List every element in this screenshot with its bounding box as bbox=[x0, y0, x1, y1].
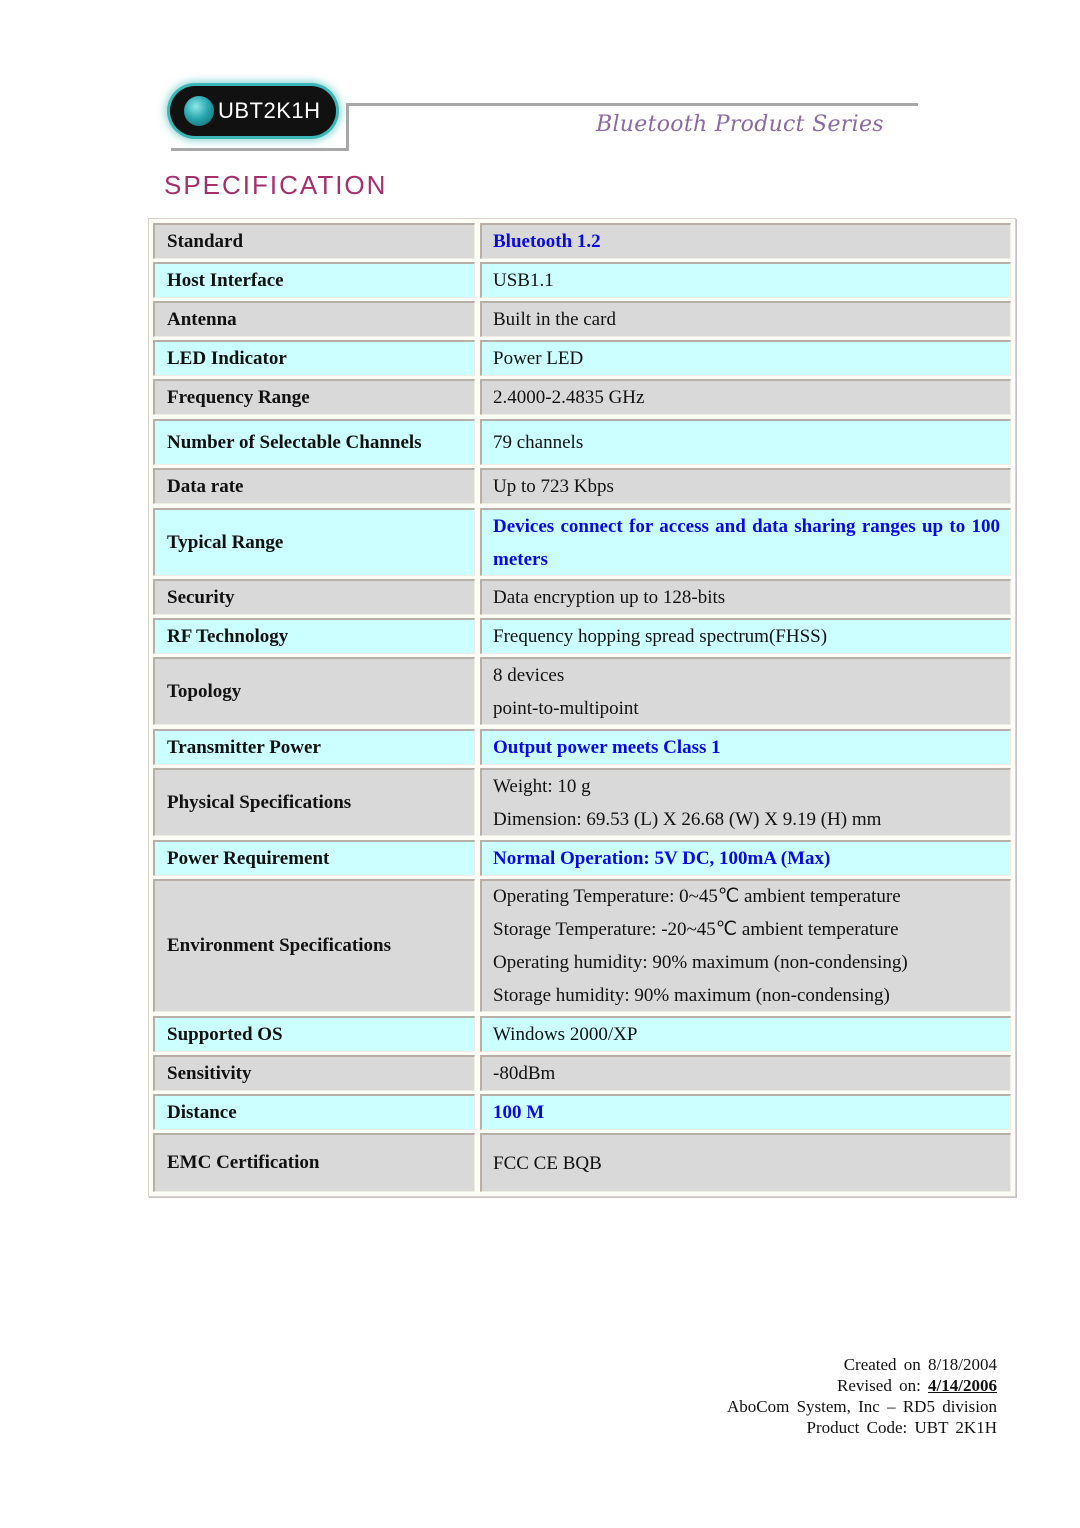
spec-value: 2.4000-2.4835 GHz bbox=[480, 379, 1011, 415]
spec-row: Distance 100 M bbox=[153, 1094, 1011, 1130]
spec-value: Devices connect for access and data shar… bbox=[480, 508, 1011, 576]
revised-label: Revised on: bbox=[837, 1376, 921, 1395]
product-code: Product Code: UBT 2K1H bbox=[806, 1418, 998, 1437]
spec-value-line: Storage humidity: 90% maximum (non-conde… bbox=[493, 985, 890, 1006]
created-date: Created on 8/18/2004 bbox=[843, 1355, 997, 1374]
spec-row: Typical Range Devices connect for access … bbox=[153, 508, 1011, 576]
page-title: SPECIFICATION bbox=[164, 170, 388, 200]
spec-value: Windows 2000/XP bbox=[480, 1016, 1011, 1052]
spec-value-line: Windows 2000/XP bbox=[493, 1024, 638, 1045]
spec-value-line: 79 channels bbox=[493, 432, 584, 453]
spec-table: Standard Bluetooth 1.2 Host Interface USB1.… bbox=[148, 218, 1016, 1197]
spec-value-line: USB1.1 bbox=[493, 270, 554, 291]
spec-value: Built in the card bbox=[480, 301, 1011, 337]
spec-row: Supported OS Windows 2000/XP bbox=[153, 1016, 1011, 1052]
spec-value: FCC CE BQB bbox=[480, 1133, 1011, 1192]
spec-value-line: point-to-multipoint bbox=[493, 697, 639, 719]
spec-value: 79 channels bbox=[480, 419, 1011, 465]
spec-value: Weight: 10 g Dimension: 69.53 (L) X 26.68… bbox=[480, 768, 1011, 836]
spec-value: 8 devices point-to-multipoint bbox=[480, 657, 1011, 725]
spec-value: Frequency hopping spread spectrum(FHSS) bbox=[480, 618, 1011, 654]
spec-value: -80dBm bbox=[480, 1055, 1011, 1091]
series-title: Bluetooth Product Series bbox=[596, 112, 884, 137]
header-rule-top bbox=[346, 103, 918, 106]
header-rule-bottom bbox=[171, 148, 349, 151]
header-rule-vertical bbox=[346, 103, 349, 151]
spec-row: Frequency Range 2.4000-2.4835 GHz bbox=[153, 379, 1011, 415]
spec-label: LED Indicator bbox=[153, 340, 475, 376]
spec-value-line: Storage Temperature: -20~45℃ ambient tem… bbox=[493, 919, 899, 940]
spec-value-line: Up to 723 Kbps bbox=[493, 476, 614, 497]
spec-label: RF Technology bbox=[153, 618, 475, 654]
spec-value-line: Bluetooth 1.2 bbox=[493, 231, 601, 252]
spec-label: Number of Selectable Channels bbox=[153, 419, 475, 465]
spec-label: EMC Certification bbox=[153, 1133, 475, 1192]
spec-label: Security bbox=[153, 579, 475, 615]
spec-label: Typical Range bbox=[153, 508, 475, 576]
spec-label: Distance bbox=[153, 1094, 475, 1130]
spec-value: Up to 723 Kbps bbox=[480, 468, 1011, 504]
spec-value-line: -80dBm bbox=[493, 1063, 556, 1084]
spec-value: 100 M bbox=[480, 1094, 1011, 1130]
spec-row: EMC Certification FCC CE BQB bbox=[153, 1133, 1011, 1192]
spec-value: Output power meets Class 1 bbox=[480, 729, 1011, 765]
spec-row: Environment Specifications Operating Temp… bbox=[153, 879, 1011, 1012]
product-badge-text: UBT2K1H bbox=[218, 98, 321, 123]
spec-value: Power LED bbox=[480, 340, 1011, 376]
company-name: AboCom System, Inc – RD5 division bbox=[726, 1397, 997, 1416]
spec-value-line: 100 M bbox=[493, 1102, 545, 1123]
spec-value-line: 2.4000-2.4835 GHz bbox=[493, 387, 645, 408]
spec-label: Environment Specifications bbox=[153, 879, 475, 1012]
document-footer: Created on 8/18/2004 Revised on: 4/14/20… bbox=[727, 1354, 997, 1438]
spec-value-line: Devices connect for access and data shar… bbox=[493, 515, 1000, 570]
spec-label: Host Interface bbox=[153, 262, 475, 298]
spec-row: Host Interface USB1.1 bbox=[153, 262, 1011, 298]
revised-date: 4/14/2006 bbox=[928, 1376, 997, 1395]
spec-row: Sensitivity -80dBm bbox=[153, 1055, 1011, 1091]
spec-value-line: Power LED bbox=[493, 348, 584, 369]
spec-row: Transmitter Power Output power meets Clas… bbox=[153, 729, 1011, 765]
spec-value: Data encryption up to 128-bits bbox=[480, 579, 1011, 615]
spec-value: Operating Temperature: 0~45℃ ambient tem… bbox=[480, 879, 1011, 1012]
spec-label: Sensitivity bbox=[153, 1055, 475, 1091]
spec-value-line: Frequency hopping spread spectrum(FHSS) bbox=[493, 626, 828, 647]
spec-row: Topology 8 devices point-to-multipoint bbox=[153, 657, 1011, 725]
revised-line: Revised on: 4/14/2006 bbox=[727, 1375, 997, 1396]
spec-label: Standard bbox=[153, 223, 475, 259]
spec-label: Supported OS bbox=[153, 1016, 475, 1052]
spec-value-line: Operating humidity: 90% maximum (non-con… bbox=[493, 952, 908, 973]
spec-label: Frequency Range bbox=[153, 379, 475, 415]
spec-value: USB1.1 bbox=[480, 262, 1011, 298]
spec-row: Security Data encryption up to 128-bits bbox=[153, 579, 1011, 615]
spec-label: Antenna bbox=[153, 301, 475, 337]
spec-label: Physical Specifications bbox=[153, 768, 475, 836]
spec-row: RF Technology Frequency hopping spread sp… bbox=[153, 618, 1011, 654]
spec-value-line: Built in the card bbox=[493, 309, 616, 330]
spec-row: Physical Specifications Weight: 10 g Dimen… bbox=[153, 768, 1011, 836]
spec-value-line: Dimension: 69.53 (L) X 26.68 (W) X 9.19 … bbox=[493, 808, 882, 830]
spec-label: Transmitter Power bbox=[153, 729, 475, 765]
spec-row: LED Indicator Power LED bbox=[153, 340, 1011, 376]
spec-label: Power Requirement bbox=[153, 840, 475, 876]
spec-row: Data rate Up to 723 Kbps bbox=[153, 468, 1011, 504]
spec-value: Normal Operation: 5V DC, 100mA (Max) bbox=[480, 840, 1011, 876]
spec-value: Bluetooth 1.2 bbox=[480, 223, 1011, 259]
bluetooth-orb-icon bbox=[184, 96, 214, 126]
spec-value-line: Normal Operation: 5V DC, 100mA (Max) bbox=[493, 848, 831, 869]
spec-value-line: Data encryption up to 128-bits bbox=[493, 587, 726, 608]
spec-row: Number of Selectable Channels 79 channels bbox=[153, 419, 1011, 465]
spec-label: Data rate bbox=[153, 468, 475, 504]
spec-value-line: 8 devices bbox=[493, 664, 565, 686]
spec-value-line: Output power meets Class 1 bbox=[493, 737, 721, 758]
product-badge: UBT2K1H bbox=[170, 86, 336, 136]
spec-label: Topology bbox=[153, 657, 475, 725]
spec-value-line: FCC CE BQB bbox=[493, 1152, 602, 1174]
spec-value-line: Operating Temperature: 0~45℃ ambient tem… bbox=[493, 886, 901, 907]
spec-row: Power Requirement Normal Operation: 5V DC… bbox=[153, 840, 1011, 876]
spec-value-line: Weight: 10 g bbox=[493, 775, 591, 797]
spec-row: Standard Bluetooth 1.2 bbox=[153, 223, 1011, 259]
spec-row: Antenna Built in the card bbox=[153, 301, 1011, 337]
